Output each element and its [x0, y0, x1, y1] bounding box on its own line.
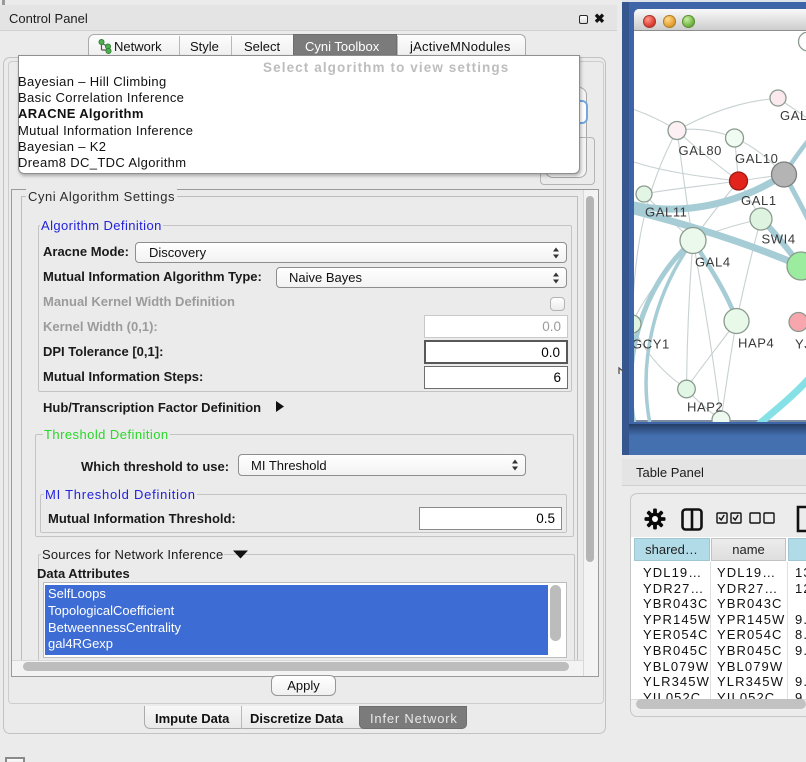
svg-text:GAL7: GAL7: [780, 108, 806, 123]
svg-text:GCY1: GCY1: [634, 337, 670, 352]
svg-text:HAP4: HAP4: [738, 336, 774, 351]
svg-text:HAP2: HAP2: [687, 400, 723, 415]
svg-text:GAL80: GAL80: [679, 143, 722, 158]
svg-text:GAL10: GAL10: [735, 151, 778, 166]
svg-text:YJ: YJ: [795, 337, 806, 352]
svg-text:GAL1: GAL1: [741, 193, 777, 208]
svg-text:GAL4: GAL4: [695, 255, 731, 270]
svg-text:GAL11: GAL11: [645, 205, 688, 220]
svg-text:SWI4: SWI4: [762, 232, 796, 247]
